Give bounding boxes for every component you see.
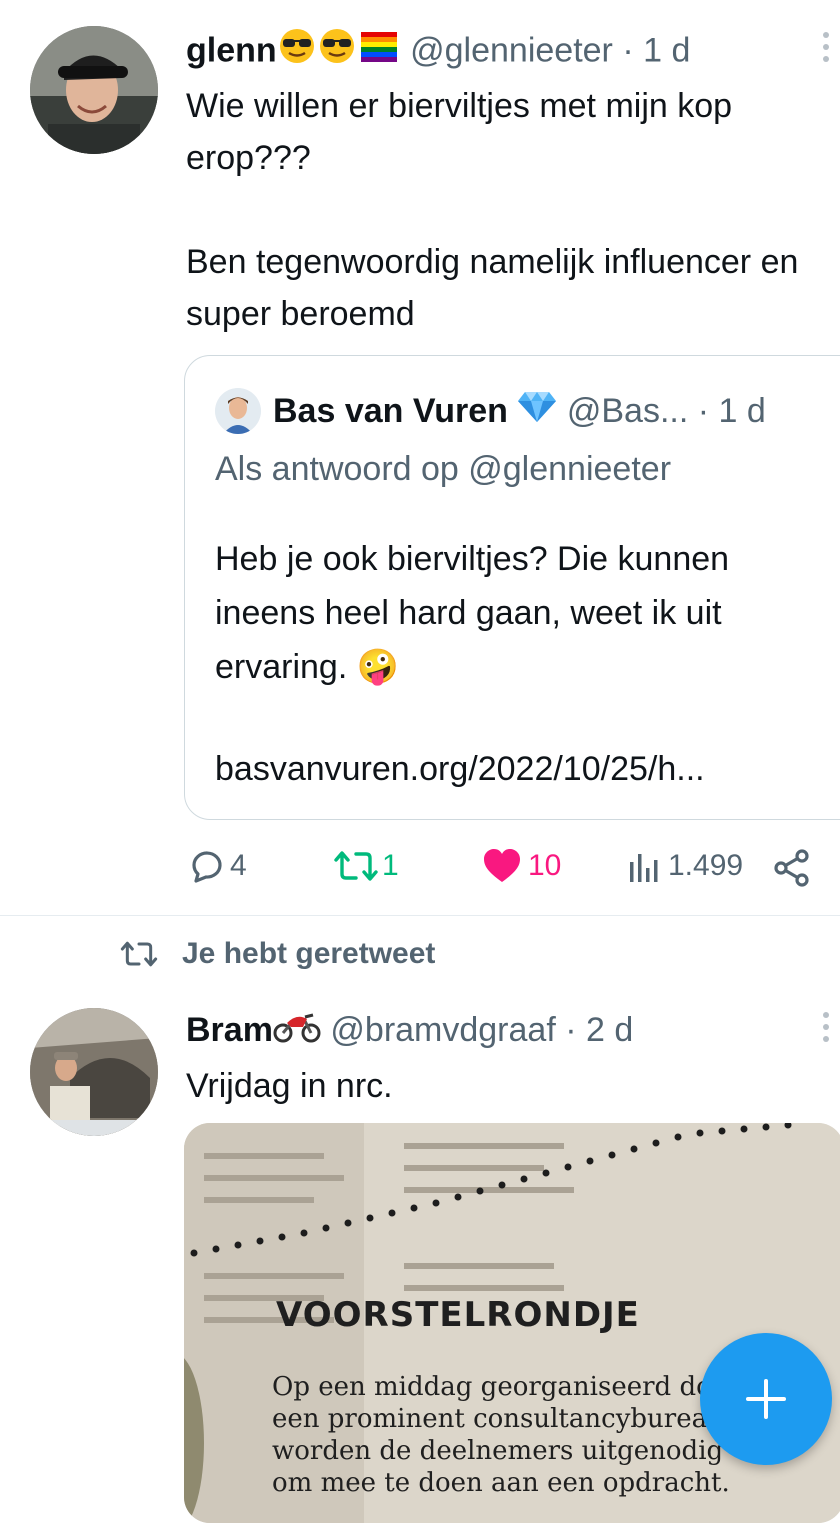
- sunglasses-emoji-icon: [277, 26, 317, 79]
- tweet-glenn[interactable]: glenn @glennieeter · 1 d Wie willen er b…: [0, 0, 840, 915]
- tweet-header: Bram @bramvdgraaf · 2 d: [186, 1006, 633, 1056]
- author-name[interactable]: glenn: [186, 31, 277, 69]
- photo-text-line: een prominent consultancyburea: [272, 1404, 708, 1434]
- quoted-tweet-time: 1 d: [718, 392, 766, 430]
- gem-emoji-icon: [517, 388, 557, 438]
- avatar-bram[interactable]: [30, 1008, 158, 1136]
- quoted-tweet[interactable]: Bas van Vuren @Bas... · 1 d Als antwoord…: [184, 355, 840, 820]
- more-options-icon[interactable]: [822, 1012, 830, 1042]
- retweet-count: 1: [382, 849, 399, 882]
- reply-button[interactable]: 4: [188, 848, 247, 884]
- views-bar-chart-icon: [630, 854, 658, 882]
- like-count: 10: [528, 849, 562, 882]
- retweet-icon: [334, 851, 378, 881]
- rainbow-flag-icon: [357, 29, 401, 77]
- views-count: 1.499: [668, 849, 744, 882]
- photo-text-lines: Op een middag georganiseerd do een promi…: [272, 1371, 730, 1499]
- tweet-text: Wie willen er bierviltjes met mijn kop e…: [186, 87, 799, 333]
- dot-separator: ·: [622, 31, 634, 70]
- avatar-glenn[interactable]: [30, 26, 158, 154]
- photo-heading: VOORSTELRONDJE: [276, 1295, 640, 1335]
- heart-icon: [484, 849, 520, 882]
- retweeted-label: Je hebt geretweet: [118, 937, 435, 971]
- reply-icon: [192, 851, 222, 883]
- retweet-icon: [120, 941, 158, 967]
- tweet-header: glenn @glennieeter · 1 d: [186, 26, 690, 79]
- tweet-text: Vrijdag in nrc.: [186, 1067, 393, 1105]
- quoted-author-handle: @Bas...: [566, 392, 689, 430]
- sunglasses-emoji-icon: [317, 26, 357, 79]
- views-button[interactable]: 1.499: [628, 848, 743, 884]
- motorcycle-emoji-icon: [273, 1008, 321, 1056]
- tweet-divider: [0, 915, 840, 916]
- author-handle[interactable]: @bramvdgraaf: [330, 1011, 555, 1049]
- tweet-action-bar: 4 1 10 1.499: [0, 840, 840, 896]
- plus-icon: [746, 1379, 786, 1419]
- author-handle[interactable]: @glennieeter: [410, 31, 613, 69]
- like-button[interactable]: 10: [482, 848, 561, 884]
- photo-text-line: Op een middag georganiseerd do: [272, 1372, 712, 1402]
- tweet-time[interactable]: 2 d: [586, 1011, 633, 1049]
- quoted-tweet-link[interactable]: basvanvuren.org/2022/10/25/h...: [215, 742, 705, 796]
- reply-to-label[interactable]: Als antwoord op @glennieeter: [215, 444, 671, 494]
- reply-count: 4: [230, 849, 247, 882]
- quoted-tweet-header: Bas van Vuren @Bas... · 1 d: [273, 386, 766, 438]
- more-options-icon[interactable]: [822, 32, 830, 62]
- quoted-author-name: Bas van Vuren: [273, 392, 508, 430]
- tweet-time[interactable]: 1 d: [643, 31, 690, 69]
- photo-text-line: om mee te doen aan een opdracht.: [272, 1468, 730, 1498]
- tweet-photo[interactable]: VOORSTELRONDJE Op een middag georganisee…: [184, 1123, 840, 1523]
- dot-separator: ·: [697, 392, 710, 430]
- share-icon: [774, 849, 809, 887]
- compose-tweet-button[interactable]: [700, 1333, 832, 1465]
- retweeted-label-text: Je hebt geretweet: [182, 937, 436, 970]
- quoted-tweet-text: Heb je ook bierviltjes? Die kunnen ineen…: [215, 532, 825, 694]
- quoted-tweet-text-body: Heb je ook bierviltjes? Die kunnen ineen…: [215, 540, 730, 686]
- share-button[interactable]: [772, 848, 812, 888]
- retweet-button[interactable]: 1: [332, 848, 399, 884]
- avatar-bas: [215, 388, 261, 434]
- author-name[interactable]: Bram: [186, 1011, 273, 1049]
- dot-separator: ·: [565, 1011, 577, 1049]
- photo-text-line: worden de deelnemers uitgenodig: [272, 1436, 724, 1466]
